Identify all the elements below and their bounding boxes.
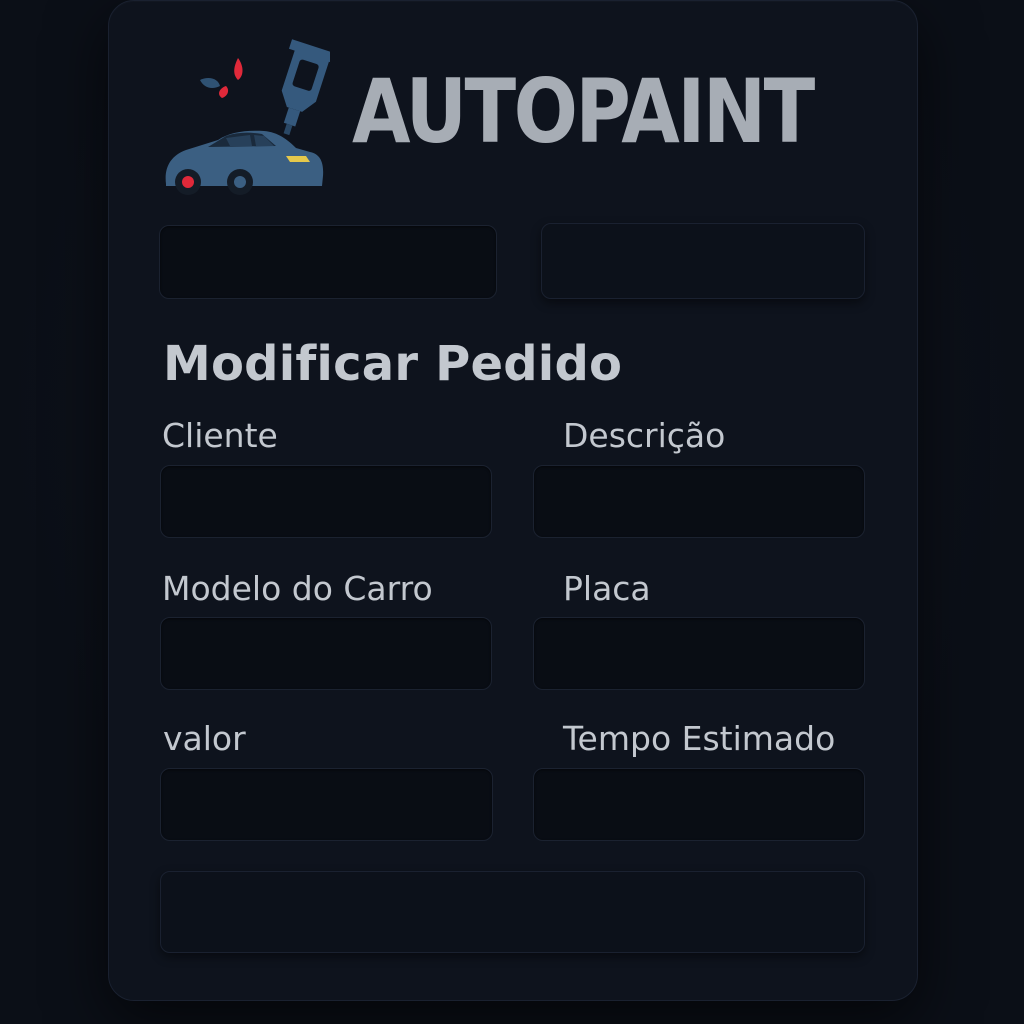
- tempo-label: Tempo Estimado: [563, 719, 836, 758]
- page-title: Modificar Pedido: [163, 336, 623, 392]
- top-left-field[interactable]: [159, 225, 497, 299]
- modelo-input[interactable]: [160, 617, 492, 690]
- page: AUTOPAINT Modificar Pedido Cliente Descr…: [0, 0, 1024, 1024]
- valor-label: valor: [163, 719, 246, 758]
- submit-button[interactable]: [160, 871, 865, 953]
- valor-input[interactable]: [160, 768, 493, 841]
- descricao-input[interactable]: [533, 465, 865, 538]
- placa-label: Placa: [563, 569, 651, 608]
- descricao-label: Descrição: [563, 416, 726, 455]
- top-right-button[interactable]: [541, 223, 865, 299]
- brand-header: AUTOPAINT: [160, 36, 860, 196]
- modelo-label: Modelo do Carro: [162, 569, 433, 608]
- placa-input[interactable]: [533, 617, 865, 690]
- brand-name: AUTOPAINT: [352, 60, 815, 163]
- tempo-input[interactable]: [533, 768, 865, 841]
- cliente-label: Cliente: [162, 416, 278, 455]
- car-paint-gun-icon: [165, 39, 330, 195]
- cliente-input[interactable]: [160, 465, 492, 538]
